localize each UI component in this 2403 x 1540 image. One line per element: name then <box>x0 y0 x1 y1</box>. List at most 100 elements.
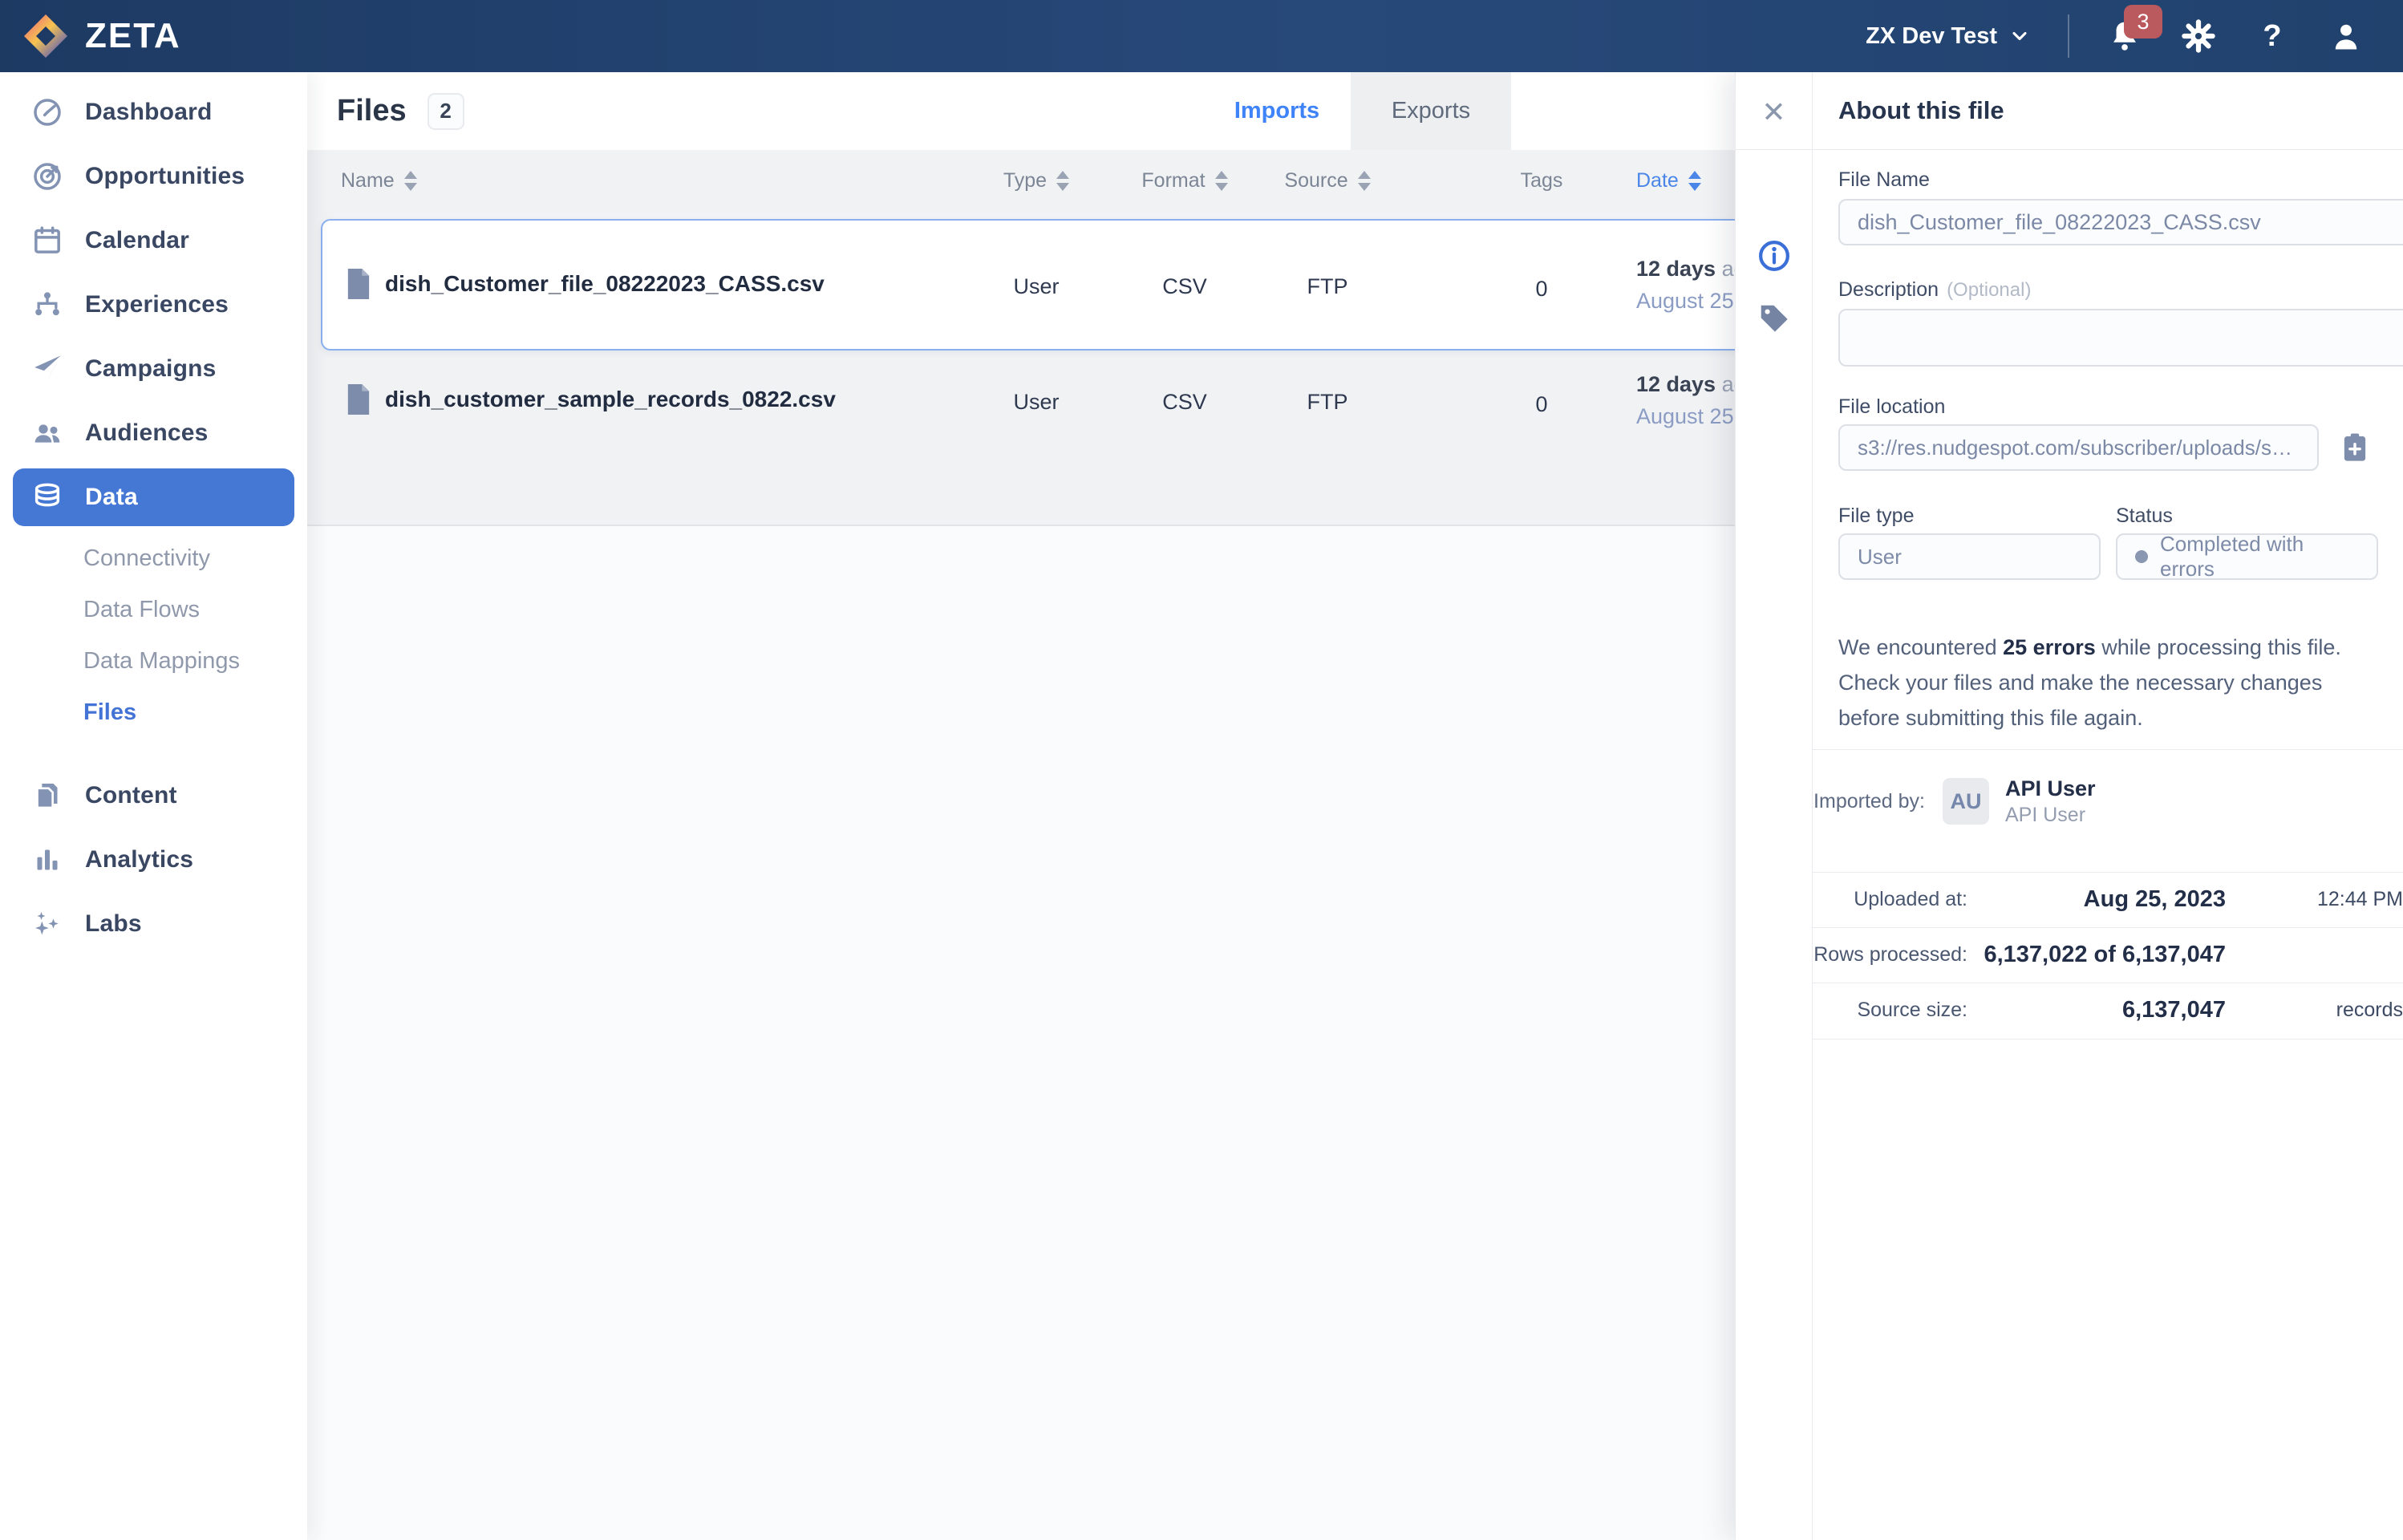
paper-plane-icon <box>30 352 64 386</box>
file-name-label: File Name <box>1838 168 1930 192</box>
panel-header: About this file <box>1736 72 2403 150</box>
description-label: Description <box>1838 278 1939 301</box>
sidebar-item-label: Calendar <box>85 227 189 254</box>
page-title: Files <box>337 94 407 128</box>
workspace-switcher[interactable]: ZX Dev Test <box>1866 23 2031 50</box>
sidebar-item-label: Labs <box>85 910 142 938</box>
stat-row-uploaded: Uploaded at: Aug 25, 2023 12:44 PM <box>1813 872 2403 927</box>
imported-by-label: Imported by: <box>1813 790 1925 813</box>
settings-button[interactable] <box>2180 18 2217 55</box>
sidebar-item-campaigns[interactable]: Campaigns <box>0 337 307 401</box>
cell-type: User <box>980 390 1092 415</box>
sort-icon[interactable] <box>1215 171 1228 191</box>
sort-icon[interactable] <box>1358 171 1371 191</box>
sidebar-item-dashboard[interactable]: Dashboard <box>0 80 307 144</box>
stat-row-rows-processed: Rows processed: 6,137,022 of 6,137,047 <box>1813 927 2403 983</box>
sidebar-item-data[interactable]: Data <box>13 468 294 526</box>
topbar-divider <box>2068 14 2069 58</box>
status-text: Completed with errors <box>2160 532 2359 582</box>
cell-format: CSV <box>1129 390 1241 415</box>
files-count-badge: 2 <box>428 93 464 130</box>
sidebar-subitem-data-flows[interactable]: Data Flows <box>0 584 307 635</box>
file-name: dish_customer_sample_records_0822.csv <box>385 387 836 412</box>
sidebar-item-label: Campaigns <box>85 355 217 383</box>
sidebar-item-content[interactable]: Content <box>0 764 307 828</box>
cell-source: FTP <box>1271 390 1384 415</box>
person-icon <box>2328 18 2364 54</box>
sidebar-item-label: Dashboard <box>85 99 213 126</box>
file-location-input[interactable]: s3://res.nudgespot.com/subscriber/upload… <box>1838 424 2319 471</box>
column-header-source[interactable]: Source <box>1267 150 1388 211</box>
sidebar-item-experiences[interactable]: Experiences <box>0 273 307 337</box>
sidebar-item-analytics[interactable]: Analytics <box>0 828 307 892</box>
description-optional-hint: (Optional) <box>1947 279 2031 301</box>
description-textarea[interactable] <box>1838 309 2403 367</box>
database-icon <box>30 480 64 514</box>
info-tab-button[interactable] <box>1736 228 1812 284</box>
gear-icon <box>2181 18 2216 54</box>
sidebar-item-calendar[interactable]: Calendar <box>0 209 307 273</box>
dashboard-icon <box>30 95 64 129</box>
tab-exports[interactable]: Exports <box>1351 72 1511 150</box>
users-icon <box>30 416 64 450</box>
sparkles-icon <box>30 907 64 941</box>
sidebar-subitem-data-mappings[interactable]: Data Mappings <box>0 635 307 687</box>
close-icon: ✕ <box>1761 95 1785 129</box>
workspace-name: ZX Dev Test <box>1866 23 1997 50</box>
sidebar-item-label: Data <box>85 484 138 511</box>
file-type-value[interactable]: User <box>1838 533 2101 580</box>
clipboard-plus-icon <box>2338 431 2372 464</box>
cell-type: User <box>980 274 1092 299</box>
file-icon <box>346 269 371 299</box>
notifications-button[interactable]: 3 <box>2106 18 2143 55</box>
sort-icon[interactable] <box>404 171 417 191</box>
file-name: dish_Customer_file_08222023_CASS.csv <box>385 271 825 297</box>
sidebar-item-labs[interactable]: Labs <box>0 892 307 956</box>
column-header-tags[interactable]: Tags <box>1485 150 1598 211</box>
account-button[interactable] <box>2328 18 2365 55</box>
help-icon: ? <box>2263 19 2281 54</box>
sidebar-subitem-connectivity[interactable]: Connectivity <box>0 533 307 584</box>
column-header-name[interactable]: Name <box>341 150 417 211</box>
brand[interactable]: ZETA <box>0 13 181 59</box>
zeta-logo-icon <box>22 13 69 59</box>
sidebar-item-opportunities[interactable]: Opportunities <box>0 144 307 209</box>
tags-tab-button[interactable] <box>1736 290 1812 346</box>
target-icon <box>30 160 64 193</box>
copy-location-button[interactable] <box>2336 429 2373 466</box>
sidebar-item-audiences[interactable]: Audiences <box>0 401 307 465</box>
file-type-label: File type <box>1838 505 1914 528</box>
help-button[interactable]: ? <box>2254 18 2291 55</box>
top-navbar: ZETA ZX Dev Test 3 <box>0 0 2403 72</box>
file-location-label: File location <box>1838 395 1945 419</box>
sort-icon[interactable] <box>1688 171 1701 191</box>
cell-tags: 0 <box>1485 277 1598 302</box>
cell-source: FTP <box>1271 274 1384 299</box>
sidebar-subitem-files[interactable]: Files <box>0 687 307 738</box>
divider <box>1813 749 2403 750</box>
notification-badge: 3 <box>2124 5 2162 38</box>
status-label: Status <box>2116 505 2173 528</box>
sidebar: Dashboard Opportunities Calendar Experie… <box>0 72 307 1540</box>
tab-imports[interactable]: Imports <box>1203 72 1351 150</box>
cell-tags: 0 <box>1485 392 1598 417</box>
error-message: We encountered 25 errors while processin… <box>1838 630 2376 736</box>
file-name-input[interactable] <box>1838 199 2403 245</box>
column-header-format[interactable]: Format <box>1125 150 1245 211</box>
column-header-date[interactable]: Date <box>1636 150 1701 211</box>
bar-chart-icon <box>30 843 64 877</box>
sort-icon[interactable] <box>1056 171 1069 191</box>
column-header-type[interactable]: Type <box>980 150 1092 211</box>
panel-body: File Name Description (Optional) File loc… <box>1813 150 2403 1540</box>
sidebar-item-label: Experiences <box>85 291 229 318</box>
stat-row-source-size: Source size: 6,137,047 records <box>1813 983 2403 1038</box>
importer-subtitle: API User <box>2005 802 2096 828</box>
about-file-panel: About this file ✕ File Name Description (… <box>1735 72 2403 1540</box>
sidebar-item-label: Audiences <box>85 419 209 447</box>
file-icon <box>346 384 371 415</box>
close-panel-button[interactable]: ✕ <box>1736 84 1812 140</box>
imported-by-row: Imported by: AU API User API User <box>1813 775 2403 828</box>
tag-icon <box>1756 300 1793 337</box>
calendar-icon <box>30 224 64 257</box>
cell-format: CSV <box>1129 274 1241 299</box>
